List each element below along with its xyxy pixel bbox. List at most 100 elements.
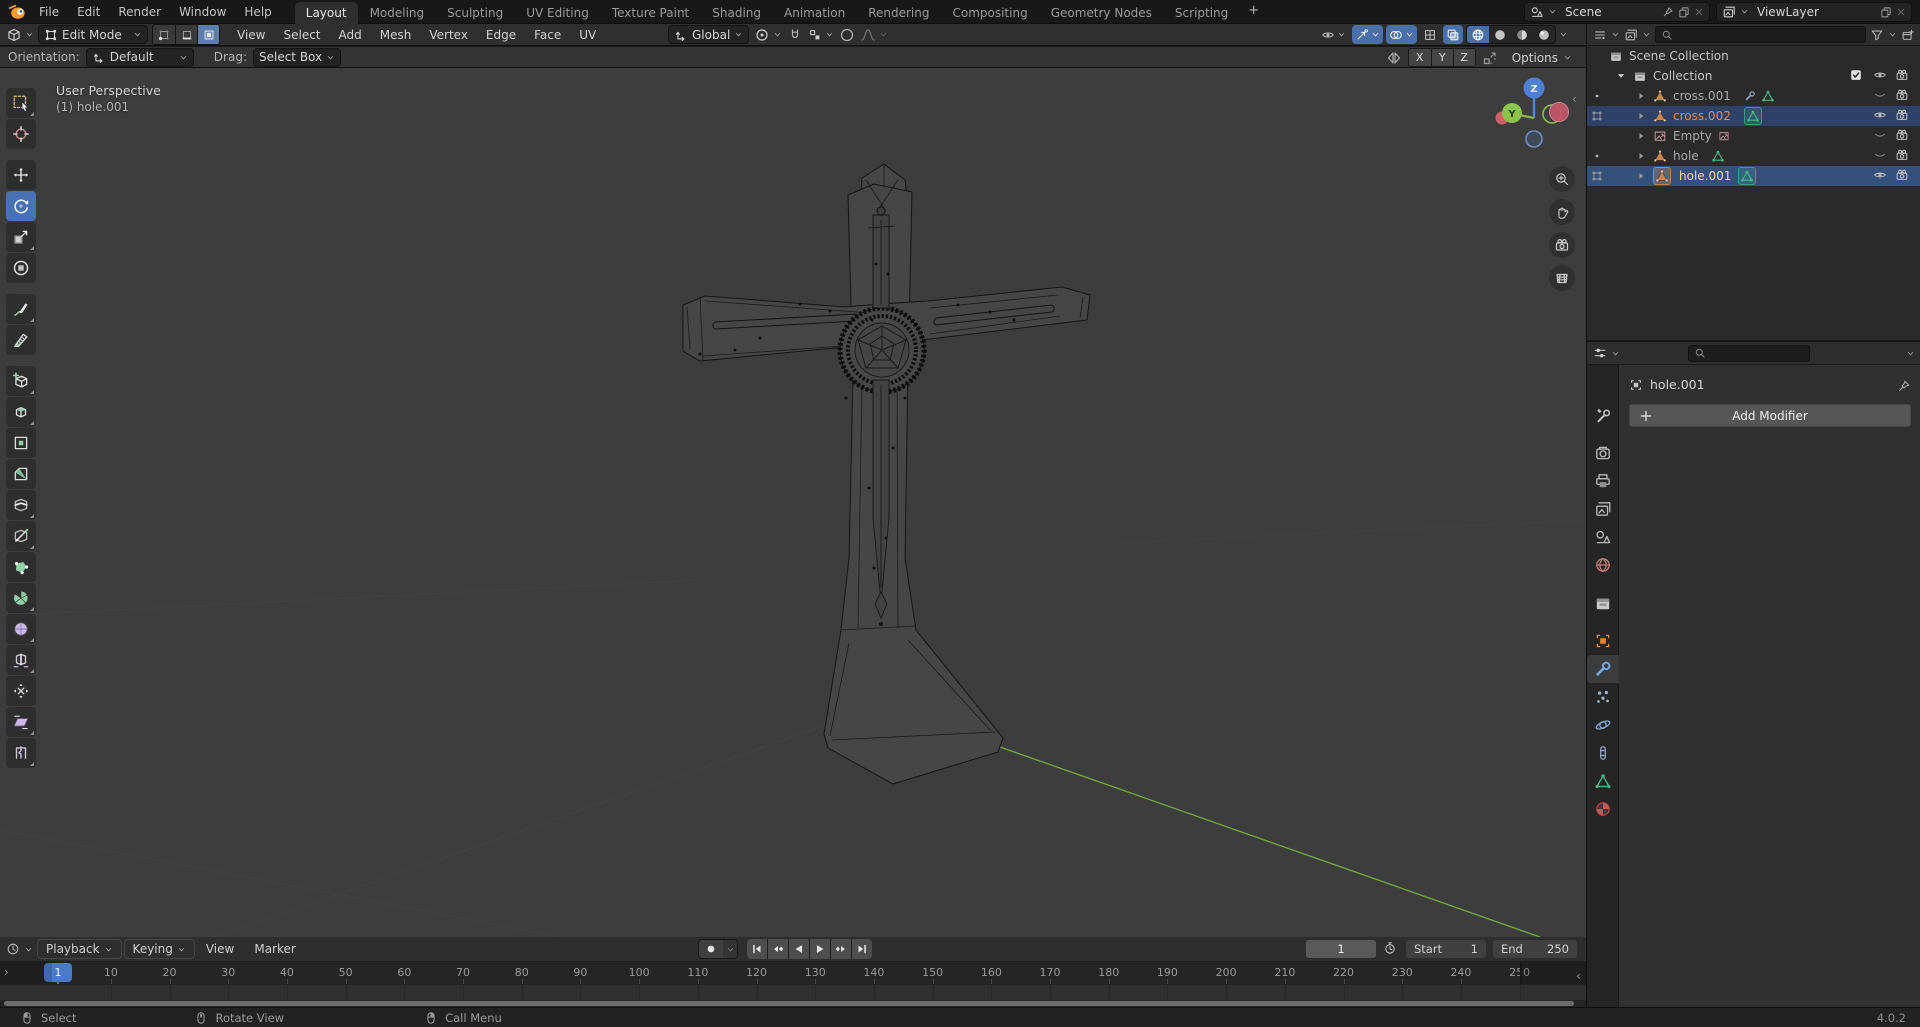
proportional-editing-icon[interactable] [839, 27, 855, 43]
tool-scale-button[interactable] [6, 222, 36, 252]
add-modifier-button[interactable]: Add Modifier [1629, 404, 1911, 427]
shading-wireframe-button[interactable] [1467, 26, 1489, 43]
properties-tab-output[interactable] [1587, 467, 1619, 495]
edge-select-mode-button[interactable] [175, 25, 197, 44]
remove-viewlayer-icon[interactable] [1896, 7, 1906, 17]
tool-select-box-button[interactable] [6, 88, 36, 118]
snap-magnet-icon[interactable] [787, 27, 803, 43]
toggle-xray-button[interactable] [1443, 25, 1463, 44]
unlink-scene-icon[interactable] [1694, 7, 1704, 17]
show-overlays-toggle[interactable] [1386, 25, 1417, 44]
tab-layout[interactable]: Layout [294, 1, 358, 24]
zoom-button[interactable] [1549, 166, 1575, 192]
outliner-filter-icon[interactable] [1593, 28, 1607, 42]
viewport-menu-vertex[interactable]: Vertex [420, 24, 477, 46]
vertex-select-mode-button[interactable] [153, 25, 175, 44]
collapse-region-arrow[interactable]: ‹ [1572, 92, 1577, 106]
outliner-row-hole-001[interactable]: hole.001 [1587, 166, 1920, 186]
eye-open-icon[interactable] [1873, 108, 1887, 122]
properties-tab-render[interactable] [1587, 439, 1619, 467]
outliner-row-hole[interactable]: hole [1587, 146, 1920, 166]
new-scene-icon[interactable] [1678, 6, 1690, 18]
tool-rip-region-button[interactable] [6, 738, 36, 768]
new-collection-icon[interactable] [1901, 28, 1915, 42]
tab-sculpting[interactable]: Sculpting [436, 2, 514, 24]
pan-button[interactable] [1549, 199, 1575, 225]
outliner-display-mode-icon[interactable] [1624, 28, 1638, 42]
tool-knife-button[interactable] [6, 521, 36, 551]
collapse-region-arrow[interactable]: ‹ [1576, 969, 1581, 983]
previous-keyframe-button[interactable] [768, 939, 788, 959]
tool-annotate-button[interactable] [6, 294, 36, 324]
timeline-editor-icon[interactable] [6, 942, 20, 956]
mirror-icon[interactable] [1386, 50, 1402, 66]
pin-icon[interactable] [1897, 379, 1911, 393]
tool-extrude-region-button[interactable] [6, 397, 36, 427]
tool-poly-build-button[interactable] [6, 552, 36, 582]
eye-open-icon[interactable] [1873, 68, 1887, 82]
eye-closed-icon[interactable] [1873, 128, 1887, 142]
pivot-point-dropdown[interactable] [754, 27, 782, 43]
tab-rendering[interactable]: Rendering [857, 2, 940, 24]
pin-icon[interactable] [1662, 6, 1674, 18]
viewport-3d[interactable]: User Perspective (1) hole.001 Y Z ‹ [0, 68, 1586, 937]
shading-options-chevron-icon[interactable] [1559, 30, 1568, 39]
tool-shear-button[interactable] [6, 707, 36, 737]
drag-mode-dropdown[interactable]: Select Box [252, 47, 342, 67]
new-viewlayer-icon[interactable] [1880, 6, 1892, 18]
tool-bevel-button[interactable] [6, 459, 36, 489]
options-dropdown[interactable]: Options [1512, 51, 1572, 65]
menu-help[interactable]: Help [235, 0, 280, 24]
tab-animation[interactable]: Animation [773, 2, 856, 24]
play-reverse-button[interactable] [789, 939, 809, 959]
viewport-menu-face[interactable]: Face [525, 24, 570, 46]
tab-scripting[interactable]: Scripting [1164, 2, 1239, 24]
disclosure-open-icon[interactable] [1615, 70, 1627, 82]
shading-rendered-button[interactable] [1533, 26, 1555, 43]
auto-keying-button[interactable] [698, 939, 738, 959]
mirror-axis-z-button[interactable]: Z [1452, 49, 1475, 66]
jump-to-end-button[interactable] [852, 939, 872, 959]
tab-modeling[interactable]: Modeling [359, 2, 436, 24]
menu-edit[interactable]: Edit [68, 0, 109, 24]
properties-editor-icon[interactable] [1593, 346, 1607, 360]
timeline-menu-keying[interactable]: Keying [123, 939, 195, 959]
viewport-menu-select[interactable]: Select [274, 24, 329, 46]
tab-geometry-nodes[interactable]: Geometry Nodes [1040, 2, 1163, 24]
menu-window[interactable]: Window [170, 0, 235, 24]
funnel-filter-icon[interactable] [1870, 28, 1884, 42]
toggle-perspective-button[interactable] [1549, 265, 1575, 291]
outliner-row-empty[interactable]: Empty [1587, 126, 1920, 146]
tool-rotate-button[interactable] [6, 191, 36, 221]
viewport-menu-mesh[interactable]: Mesh [371, 24, 421, 46]
outliner-row-cross-001[interactable]: cross.001 [1587, 86, 1920, 106]
tool-spin-button[interactable] [6, 583, 36, 613]
shading-material-button[interactable] [1511, 26, 1533, 43]
camera-icon[interactable] [1895, 128, 1909, 142]
tool-add-cube-button[interactable] [6, 366, 36, 396]
disclosure-closed-icon[interactable] [1635, 110, 1647, 122]
camera-view-button[interactable] [1549, 232, 1575, 258]
timeline-menu-view[interactable]: View [197, 939, 243, 959]
outliner-search-input[interactable] [1655, 26, 1866, 43]
outliner-row-collection[interactable]: Collection [1587, 66, 1920, 86]
next-keyframe-button[interactable] [831, 939, 851, 959]
viewlayer-selector[interactable]: ViewLayer [1716, 1, 1912, 22]
tool-inset-faces-button[interactable] [6, 428, 36, 458]
menu-file[interactable]: File [30, 0, 68, 24]
snap-settings-dropdown[interactable] [808, 28, 834, 42]
tab-shading[interactable]: Shading [701, 2, 772, 24]
show-gizmos-toggle[interactable] [1352, 25, 1383, 44]
camera-icon[interactable] [1895, 68, 1909, 82]
camera-icon[interactable] [1895, 108, 1909, 122]
mirror-axis-x-button[interactable]: X [1408, 49, 1431, 66]
properties-tab-material[interactable] [1587, 795, 1619, 823]
properties-tab-constraints[interactable] [1587, 739, 1619, 767]
tool-cursor-button[interactable] [6, 119, 36, 149]
editor-type-selector[interactable] [6, 27, 34, 43]
viewport-menu-view[interactable]: View [228, 24, 274, 46]
properties-tab-object[interactable] [1587, 627, 1619, 655]
properties-tab-world[interactable] [1587, 551, 1619, 579]
viewport-menu-edge[interactable]: Edge [477, 24, 525, 46]
navigation-gizmo[interactable]: Y Z [1494, 76, 1574, 156]
